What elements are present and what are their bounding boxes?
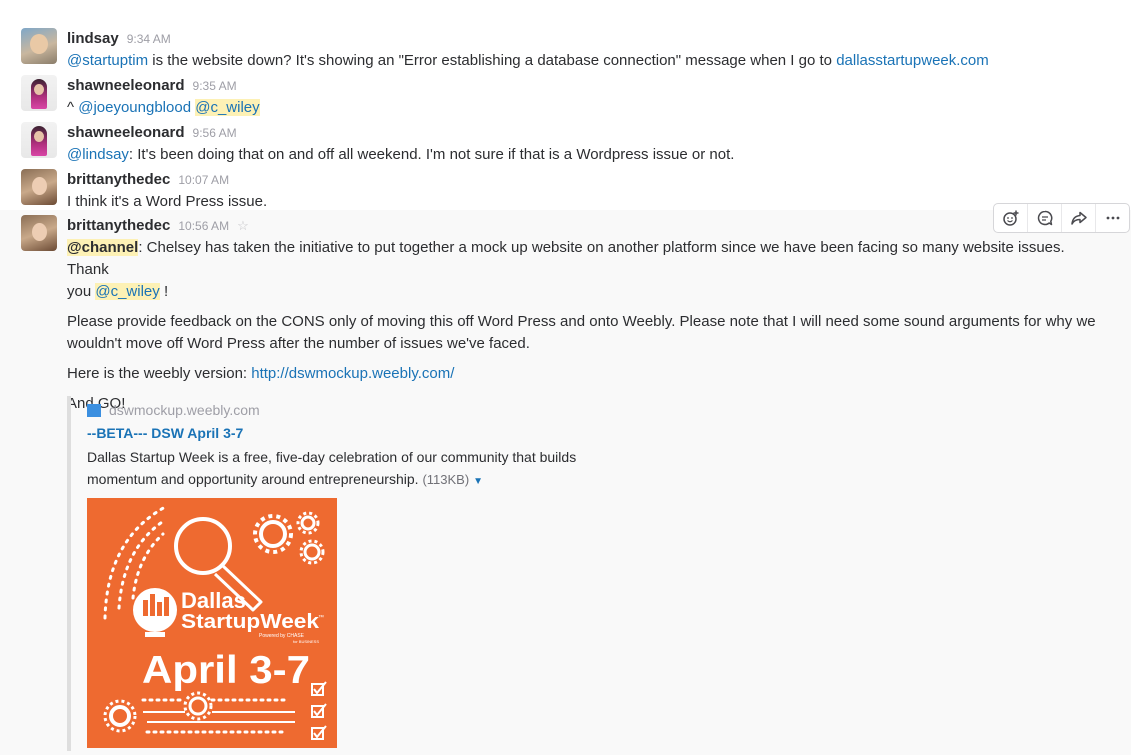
message-item[interactable]: brittanythedec 10:07 AM I think it's a Wo… <box>0 169 1131 210</box>
message-timestamp[interactable]: 10:56 AM <box>178 219 229 233</box>
user-mention[interactable]: @joeyoungblood <box>78 99 191 116</box>
attachment-description-line: momentum and opportunity around entrepre… <box>87 471 423 487</box>
image-for-business: for BUSINESS <box>293 639 319 644</box>
avatar[interactable] <box>21 215 57 251</box>
message-text: you <box>67 283 96 300</box>
message-author[interactable]: shawneeleonard <box>67 124 185 141</box>
attachment-description: Dallas Startup Week is a free, five-day … <box>87 446 647 493</box>
start-thread-icon <box>1037 210 1052 226</box>
site-favicon-icon <box>87 403 101 417</box>
image-dates: April 3-7 <box>142 649 310 692</box>
message-text: I think it's a Word Press issue. <box>67 193 268 210</box>
link-preview-attachment: dswmockup.weebly.com --BETA--- DSW April… <box>67 396 667 751</box>
image-logo-line1: Dallas <box>181 588 246 613</box>
image-globe-skyline <box>157 602 162 616</box>
attachment-image[interactable]: Dallas StartupWeek ™ Powered by CHASE fo… <box>87 498 337 748</box>
more-actions-icon <box>1106 216 1119 220</box>
star-icon[interactable]: ☆ <box>237 218 249 233</box>
image-globe-skyline <box>143 600 148 616</box>
user-mention[interactable]: @startuptim <box>67 52 148 69</box>
add-reaction-icon <box>1002 210 1018 226</box>
message-author[interactable]: brittanythedec <box>67 171 170 188</box>
user-mention-self[interactable]: @c_wiley <box>195 99 260 116</box>
attachment-description-line: Dallas Startup Week is a free, five-day … <box>87 449 577 465</box>
user-mention[interactable]: @lindsay <box>67 146 129 163</box>
image-globe-base <box>145 632 165 637</box>
add-reaction-button[interactable] <box>994 204 1028 232</box>
collapse-caret-icon[interactable]: ▼ <box>473 476 483 487</box>
avatar[interactable] <box>21 169 57 205</box>
message-actions-toolbar <box>993 203 1130 233</box>
message-author[interactable]: shawneeleonard <box>67 77 185 94</box>
share-message-icon <box>1070 211 1087 225</box>
message-timestamp[interactable]: 10:07 AM <box>178 173 229 187</box>
message-text: : It's been doing that on and off all we… <box>128 146 735 163</box>
message-text: : Chelsey has taken the initiative to pu… <box>67 239 1065 278</box>
message-author[interactable]: brittanythedec <box>67 217 170 234</box>
message-link[interactable]: dallasstartupweek.com <box>836 52 989 69</box>
avatar[interactable] <box>21 28 57 64</box>
image-globe-skyline <box>150 594 155 616</box>
message-timestamp[interactable]: 9:35 AM <box>193 79 237 93</box>
avatar[interactable] <box>21 75 57 111</box>
user-mention-self[interactable]: @c_wiley <box>95 283 160 300</box>
message-timestamp[interactable]: 9:34 AM <box>127 32 171 46</box>
message-timestamp[interactable]: 9:56 AM <box>193 126 237 140</box>
message-author[interactable]: lindsay <box>67 30 119 47</box>
start-thread-button[interactable] <box>1028 204 1062 232</box>
image-trademark: ™ <box>318 614 324 621</box>
image-globe-skyline <box>164 597 169 616</box>
more-actions-button[interactable] <box>1096 204 1129 232</box>
message-item[interactable]: shawneeleonard 9:35 AM ^ @joeyoungblood @… <box>0 75 1131 119</box>
message-text: ^ <box>67 99 79 116</box>
image-logo-line2: StartupWeek <box>181 611 320 633</box>
message-item[interactable]: shawneeleonard 9:56 AM @lindsay: It's bee… <box>0 122 1131 166</box>
message-text: Please provide feedback on the CONS only… <box>67 313 1096 330</box>
avatar[interactable] <box>21 122 57 158</box>
message-text: wouldn't move off Word Press after the n… <box>67 335 530 352</box>
attachment-file-size: (113KB) <box>422 472 470 487</box>
message-text: Here is the weebly version: <box>67 365 252 382</box>
share-message-button[interactable] <box>1062 204 1096 232</box>
message-link[interactable]: http://dswmockup.weebly.com/ <box>251 365 454 382</box>
attachment-site-name: dswmockup.weebly.com <box>109 402 260 418</box>
attachment-title-link[interactable]: --BETA--- DSW April 3-7 <box>87 425 243 441</box>
attachment-service: dswmockup.weebly.com <box>87 402 260 418</box>
message-item[interactable]: lindsay 9:34 AM @startuptim is the websit… <box>0 28 1131 72</box>
message-text: is the website down? It's showing an "Er… <box>148 52 837 69</box>
message-text: ! <box>159 283 169 300</box>
channel-mention[interactable]: @channel <box>67 239 139 256</box>
